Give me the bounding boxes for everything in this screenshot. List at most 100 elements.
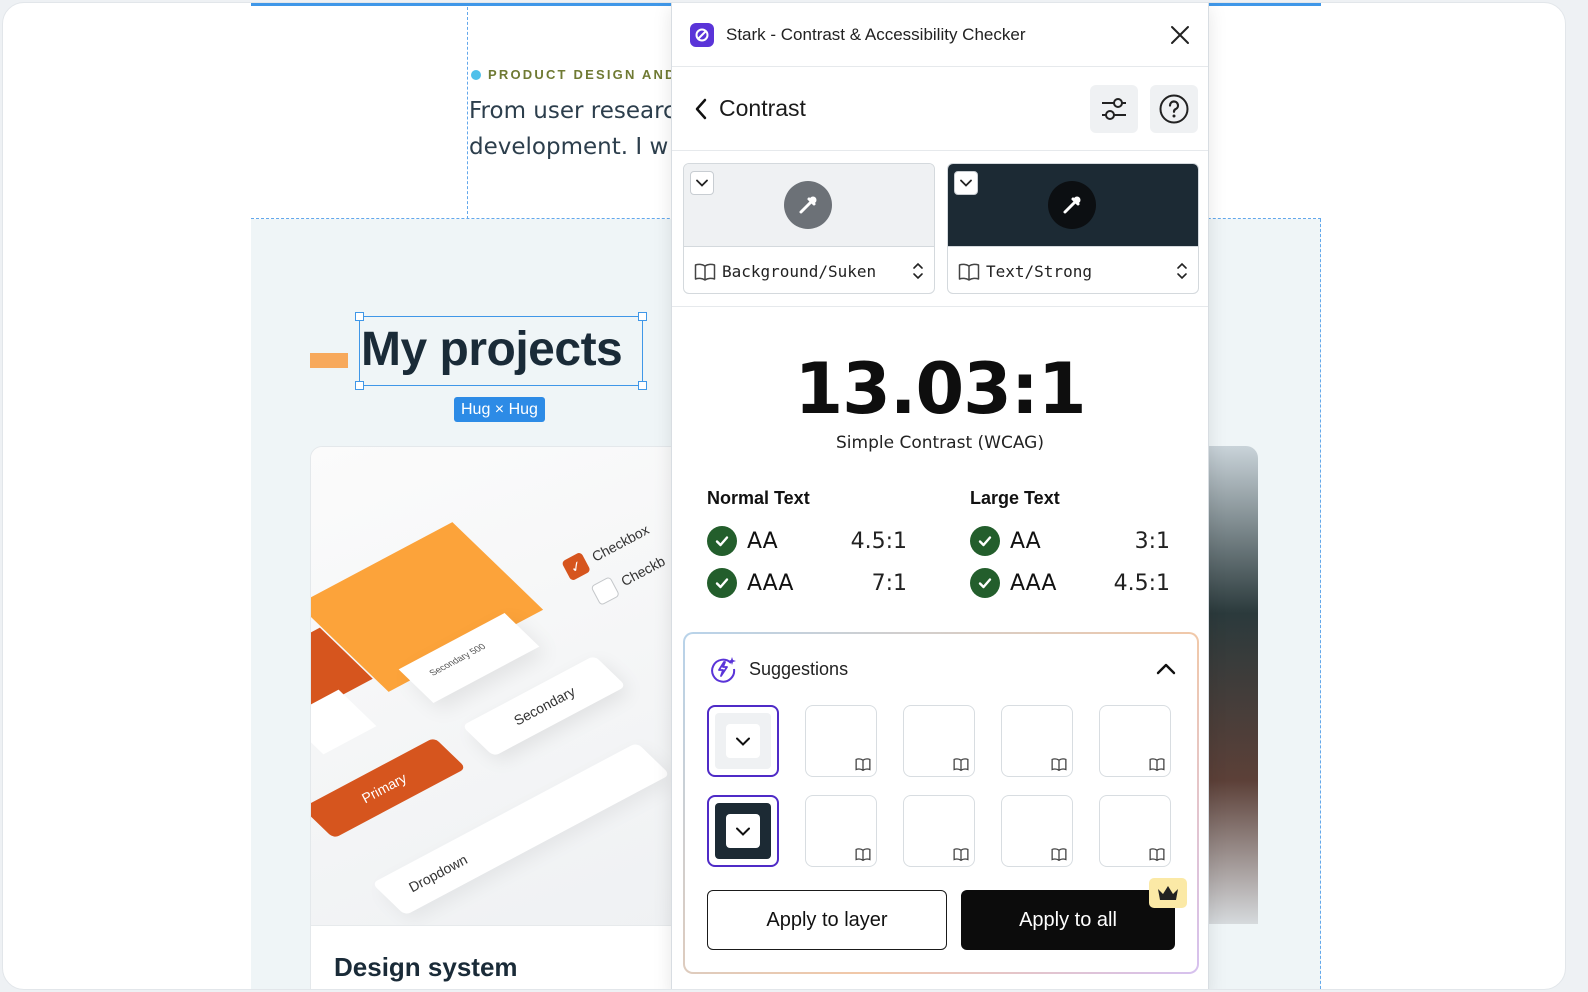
red-swatch-card	[311, 689, 377, 755]
wcag-level: AAA	[1010, 570, 1057, 596]
suggestion-tile[interactable]	[1099, 795, 1171, 867]
check-circle-icon	[707, 568, 737, 598]
suggestions-header: Suggestions	[709, 654, 848, 684]
suggestion-tile[interactable]	[1001, 795, 1073, 867]
title-accent-bar	[310, 353, 348, 368]
chevron-down-icon[interactable]	[690, 171, 714, 195]
hero-line-2: development. I w	[469, 134, 669, 160]
project-card-2-image[interactable]	[1208, 446, 1258, 924]
book-icon	[1149, 758, 1165, 771]
card-footer: Design system	[311, 925, 689, 989]
card-title: Design system	[334, 952, 518, 982]
wcag-threshold: 3:1	[1134, 528, 1170, 554]
plugin-titlebar: Stark - Contrast & Accessibility Checker	[672, 3, 1208, 67]
suggestion-tile[interactable]	[903, 795, 975, 867]
wcag-threshold: 4.5:1	[1113, 570, 1170, 596]
card-illustration: Secondary 500 ✓ Checkbox Checkb Secondar…	[311, 447, 689, 925]
chevron-up-icon[interactable]	[1155, 658, 1177, 680]
background-token-select[interactable]: Background/Suken	[684, 248, 934, 293]
foreground-token-select[interactable]: Text/Strong	[948, 248, 1198, 293]
app-window: PRODUCT DESIGN AND From user researc dev…	[2, 2, 1566, 990]
large-text-heading: Large Text	[970, 488, 1060, 508]
chevron-down-icon	[726, 814, 760, 848]
large-text-results: Large Text AA 3:1 AAA 4.5:1	[970, 488, 1170, 604]
mock-secondary-label: Secondary	[510, 683, 578, 729]
contrast-ratio-label: Simple Contrast (WCAG)	[836, 433, 1044, 453]
apply-to-all-button[interactable]: Apply to all	[961, 890, 1175, 950]
selection-box[interactable]	[355, 312, 647, 390]
resize-handle-top-left[interactable]	[355, 312, 364, 321]
book-icon	[855, 848, 871, 861]
resize-handle-top-right[interactable]	[638, 312, 647, 321]
wcag-level: AA	[1010, 528, 1041, 554]
project-card[interactable]: Secondary 500 ✓ Checkbox Checkb Secondar…	[310, 446, 690, 989]
apply-to-layer-button[interactable]: Apply to layer	[707, 890, 947, 950]
book-icon	[1051, 758, 1067, 771]
book-icon	[953, 758, 969, 771]
settings-button[interactable]	[1090, 85, 1138, 133]
chevron-down-icon[interactable]	[954, 171, 978, 195]
check-circle-icon	[970, 526, 1000, 556]
plugin-title: Stark - Contrast & Accessibility Checker	[726, 24, 1026, 44]
eyebrow-text: PRODUCT DESIGN AND	[488, 67, 677, 82]
close-icon[interactable]	[1168, 23, 1192, 47]
mock-dropdown-label: Dropdown	[405, 851, 470, 896]
foreground-token-name: Text/Strong	[986, 262, 1092, 281]
page-title: Contrast	[719, 95, 806, 121]
stark-logo-icon	[690, 22, 714, 47]
suggestion-tile[interactable]	[1001, 705, 1073, 777]
suggestion-swatch	[715, 803, 771, 859]
suggestion-swatch	[715, 713, 771, 769]
normal-text-results: Normal Text AA 4.5:1 AAA 7:1	[707, 488, 907, 604]
book-icon	[958, 263, 980, 281]
wcag-level: AAA	[747, 570, 794, 596]
foreground-preview[interactable]	[948, 164, 1198, 247]
checkmark-icon: ✓	[561, 551, 591, 582]
suggestion-tile[interactable]	[1099, 705, 1171, 777]
chevron-left-icon[interactable]	[692, 97, 710, 121]
book-icon	[1051, 848, 1067, 861]
updown-icon	[913, 262, 923, 280]
resize-handle-bottom-right[interactable]	[638, 381, 647, 390]
suggestion-tile[interactable]	[805, 795, 877, 867]
large-aaa-row: AAA 4.5:1	[970, 562, 1170, 604]
help-button[interactable]	[1150, 85, 1198, 133]
eyedropper-icon[interactable]	[1048, 181, 1096, 229]
resize-handle-bottom-left[interactable]	[355, 381, 364, 390]
section-divider	[672, 306, 1208, 307]
background-token-name: Background/Suken	[722, 262, 877, 281]
normal-aaa-row: AAA 7:1	[707, 562, 907, 604]
hero-line-1: From user researc	[469, 98, 676, 124]
mock-primary-button: Primary	[311, 737, 467, 839]
book-icon	[855, 758, 871, 771]
background-color-well[interactable]: Background/Suken	[683, 163, 935, 294]
help-icon	[1159, 94, 1189, 124]
crown-icon	[1149, 878, 1187, 908]
eyedropper-icon[interactable]	[784, 181, 832, 229]
check-circle-icon	[970, 568, 1000, 598]
wcag-threshold: 4.5:1	[850, 528, 907, 554]
contrast-header: Contrast	[672, 67, 1208, 151]
wcag-threshold: 7:1	[871, 570, 907, 596]
suggestion-tile[interactable]	[805, 705, 877, 777]
checkbox-label-2: Checkb	[618, 552, 668, 590]
suggestion-current-background[interactable]	[707, 705, 779, 777]
suggestion-current-foreground[interactable]	[707, 795, 779, 867]
wcag-level: AA	[747, 528, 778, 554]
contrast-ratio: 13.03:1	[794, 348, 1086, 430]
foreground-color-well[interactable]: Text/Strong	[947, 163, 1199, 294]
stark-plugin-panel: Stark - Contrast & Accessibility Checker…	[671, 3, 1209, 989]
book-icon	[694, 263, 716, 281]
check-circle-icon	[707, 526, 737, 556]
suggestion-tile[interactable]	[903, 705, 975, 777]
normal-aa-row: AA 4.5:1	[707, 520, 907, 562]
book-icon	[1149, 848, 1165, 861]
background-preview[interactable]	[684, 164, 934, 247]
normal-text-heading: Normal Text	[707, 488, 810, 508]
settings-sliders-icon	[1102, 98, 1126, 120]
updown-icon	[1177, 262, 1187, 280]
large-aa-row: AA 3:1	[970, 520, 1170, 562]
eyebrow-dot	[471, 69, 481, 80]
hero-paragraph[interactable]: From user researc development. I w	[469, 93, 679, 165]
checkbox-box	[590, 576, 621, 606]
